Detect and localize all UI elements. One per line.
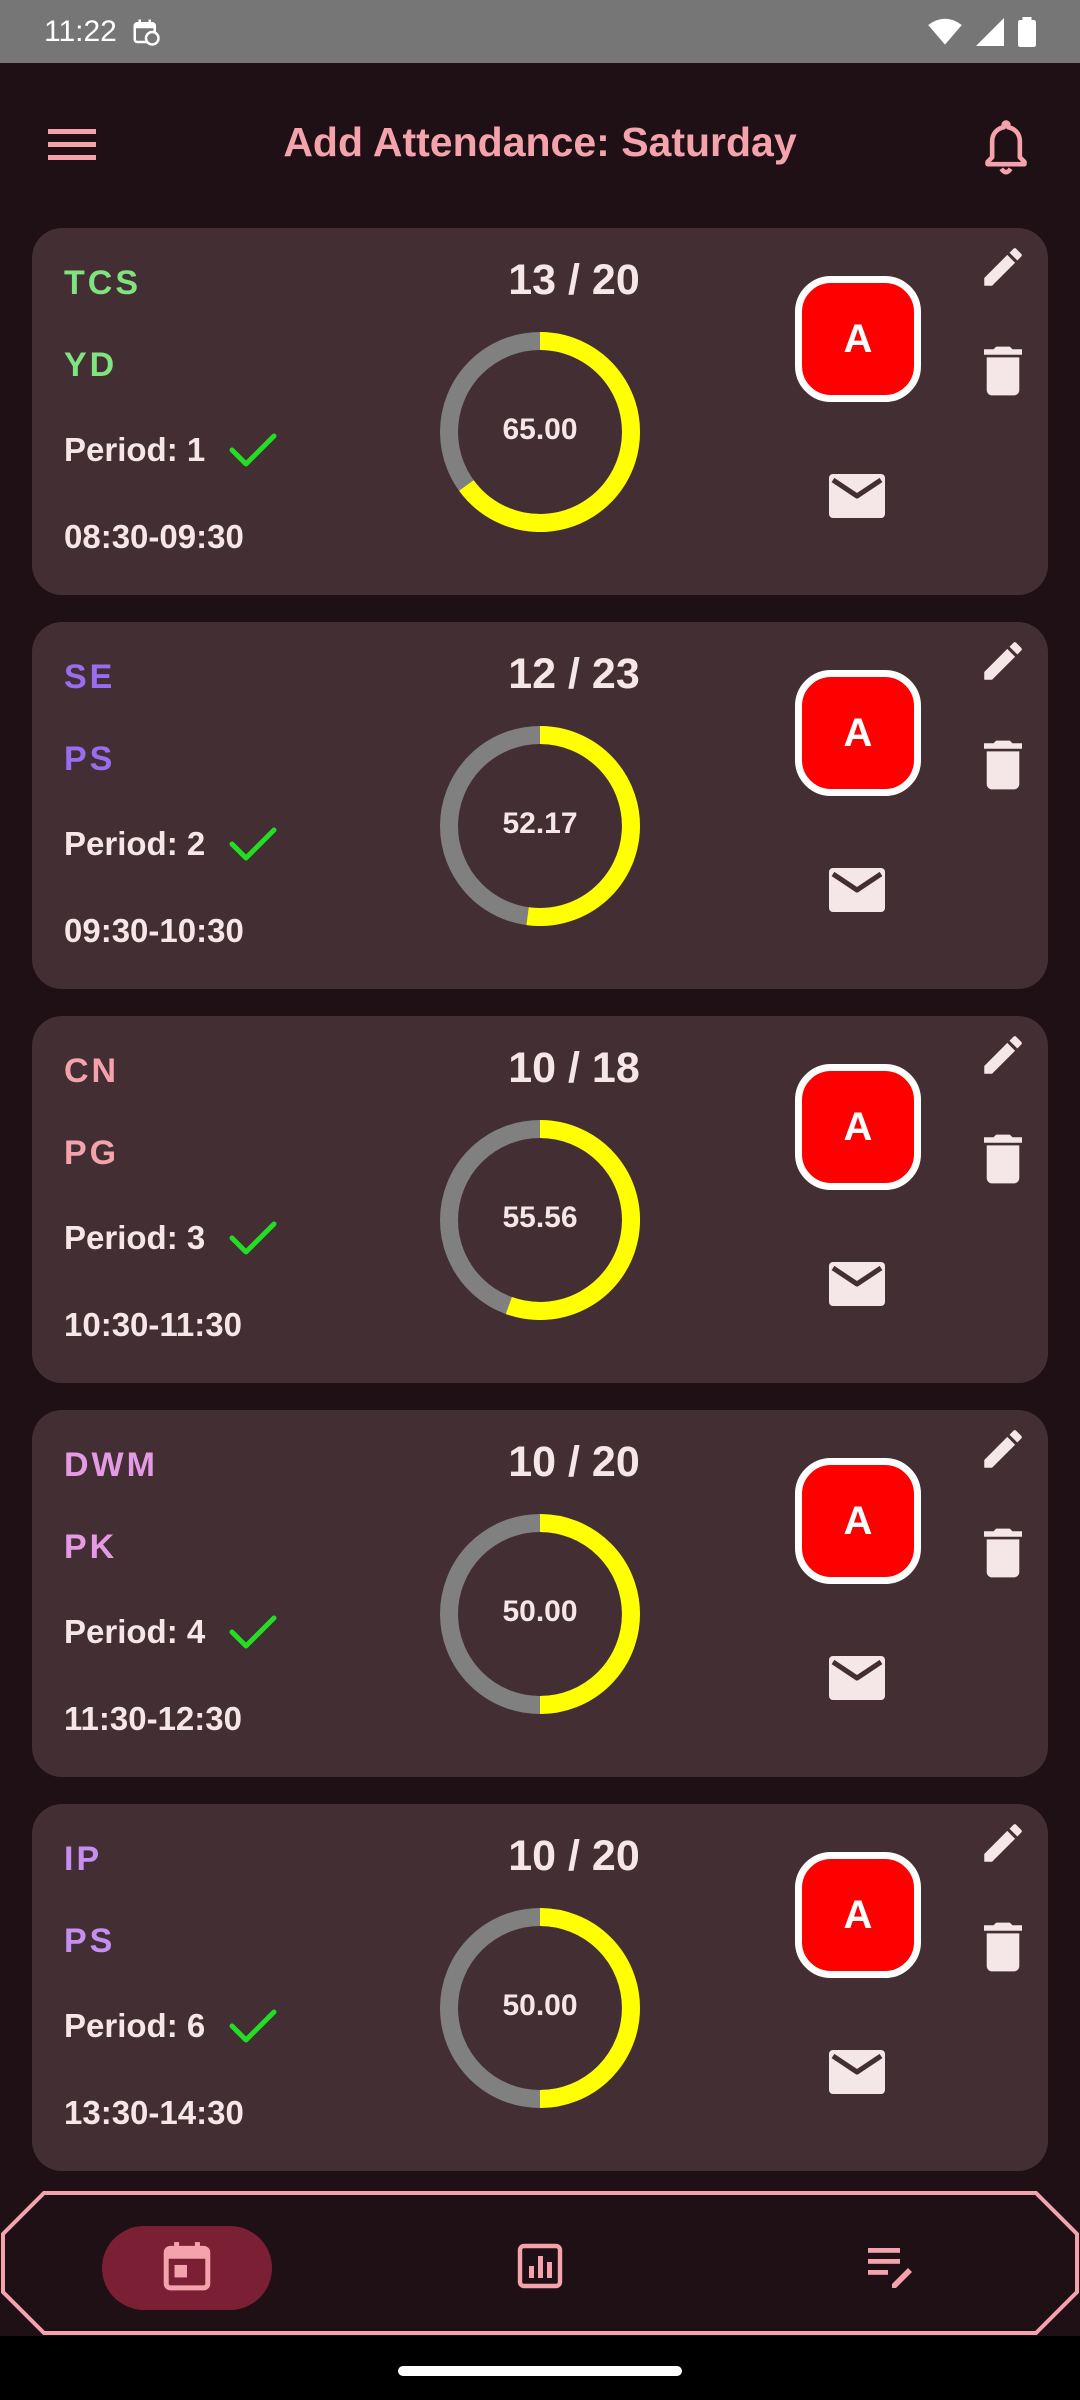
- mail-icon[interactable]: [829, 1656, 885, 1700]
- check-icon: [229, 1615, 277, 1649]
- top-app-bar: Add Attendance: Saturday: [0, 63, 1080, 228]
- calendar-icon: [162, 2240, 212, 2297]
- edit-icon[interactable]: [978, 636, 1028, 686]
- home-gesture-handle[interactable]: [398, 2366, 682, 2376]
- period-label: Period: 4: [64, 1613, 206, 1650]
- period-row: Period: 6: [64, 2007, 277, 2045]
- nav-statistics-tab[interactable]: [500, 2226, 580, 2310]
- lecture-card[interactable]: IP PS Period: 6 13:30-14:30 10 / 20 50.0…: [32, 1804, 1048, 2171]
- attendance-percent: 52.17: [502, 807, 578, 840]
- period-label: Period: 2: [64, 825, 206, 862]
- nav-records-tab[interactable]: [852, 2226, 932, 2310]
- absent-button[interactable]: A: [795, 1852, 921, 1978]
- attendance-percent: 50.00: [502, 1989, 578, 2022]
- signal-icon: [976, 17, 1004, 46]
- mail-icon[interactable]: [829, 868, 885, 912]
- bar-chart-icon: [516, 2242, 564, 2295]
- time-slot: 09:30-10:30: [64, 912, 244, 949]
- period-row: Period: 1: [64, 431, 277, 469]
- period-label: Period: 6: [64, 2007, 206, 2044]
- delete-icon[interactable]: [984, 1528, 1022, 1578]
- status-bar: 11:22: [0, 0, 1080, 63]
- lecture-card[interactable]: SE PS Period: 2 09:30-10:30 12 / 23 52.1…: [32, 622, 1048, 989]
- list-edit-icon: [866, 2242, 918, 2295]
- period-row: Period: 3: [64, 1219, 277, 1257]
- teacher-name: PK: [64, 1528, 118, 1566]
- absent-button[interactable]: A: [795, 1458, 921, 1584]
- period-label: Period: 1: [64, 431, 206, 468]
- absent-button[interactable]: A: [795, 276, 921, 402]
- time-slot: 10:30-11:30: [64, 1306, 242, 1343]
- attendance-count: 13 / 20: [508, 256, 640, 304]
- delete-icon[interactable]: [984, 346, 1022, 396]
- mail-icon[interactable]: [829, 1262, 885, 1306]
- period-label: Period: 3: [64, 1219, 206, 1256]
- absent-button[interactable]: A: [795, 1064, 921, 1190]
- teacher-name: PS: [64, 1922, 116, 1960]
- system-navigation-bar: [0, 2336, 1080, 2400]
- check-icon: [229, 1221, 277, 1255]
- battery-icon: [1018, 16, 1036, 47]
- teacher-name: PG: [64, 1134, 120, 1172]
- attendance-count: 12 / 23: [508, 650, 640, 698]
- teacher-name: PS: [64, 740, 116, 778]
- nav-attendance-tab[interactable]: [102, 2226, 272, 2310]
- attendance-percent: 50.00: [502, 1595, 578, 1628]
- delete-icon[interactable]: [984, 1922, 1022, 1972]
- lecture-card[interactable]: CN PG Period: 3 10:30-11:30 10 / 18 55.5…: [32, 1016, 1048, 1383]
- time-slot: 13:30-14:30: [64, 2094, 244, 2131]
- attendance-percent: 55.56: [502, 1201, 578, 1234]
- attendance-count: 10 / 18: [508, 1044, 640, 1092]
- time-slot: 08:30-09:30: [64, 518, 244, 555]
- attendance-count: 10 / 20: [508, 1832, 640, 1880]
- absent-button[interactable]: A: [795, 670, 921, 796]
- edit-icon[interactable]: [978, 1424, 1028, 1474]
- subject-name: TCS: [64, 264, 141, 302]
- bell-icon[interactable]: [978, 118, 1034, 178]
- attendance-count: 10 / 20: [508, 1438, 640, 1486]
- edit-icon[interactable]: [978, 242, 1028, 292]
- subject-name: DWM: [64, 1446, 158, 1484]
- edit-icon[interactable]: [978, 1818, 1028, 1868]
- subject-name: SE: [64, 658, 116, 696]
- mail-icon[interactable]: [829, 2050, 885, 2094]
- period-row: Period: 4: [64, 1613, 277, 1651]
- check-icon: [229, 433, 277, 467]
- mail-icon[interactable]: [829, 474, 885, 518]
- wifi-icon: [928, 18, 962, 46]
- status-right: [928, 16, 1036, 47]
- edit-icon[interactable]: [978, 1030, 1028, 1080]
- status-time: 11:22: [44, 14, 117, 48]
- calendar-sync-icon: [131, 17, 161, 47]
- status-left: 11:22: [44, 15, 161, 49]
- delete-icon[interactable]: [984, 1134, 1022, 1184]
- teacher-name: YD: [64, 346, 118, 384]
- lecture-card[interactable]: DWM PK Period: 4 11:30-12:30 10 / 20 50.…: [32, 1410, 1048, 1777]
- check-icon: [229, 827, 277, 861]
- delete-icon[interactable]: [984, 740, 1022, 790]
- attendance-percent: 65.00: [502, 413, 578, 446]
- lecture-card[interactable]: TCS YD Period: 1 08:30-09:30 13 / 20 65.…: [32, 228, 1048, 595]
- time-slot: 11:30-12:30: [64, 1700, 242, 1737]
- subject-name: IP: [64, 1840, 103, 1878]
- bottom-navigation: [0, 2190, 1080, 2336]
- subject-name: CN: [64, 1052, 120, 1090]
- page-title: Add Attendance: Saturday: [283, 119, 797, 165]
- period-row: Period: 2: [64, 825, 277, 863]
- check-icon: [229, 2009, 277, 2043]
